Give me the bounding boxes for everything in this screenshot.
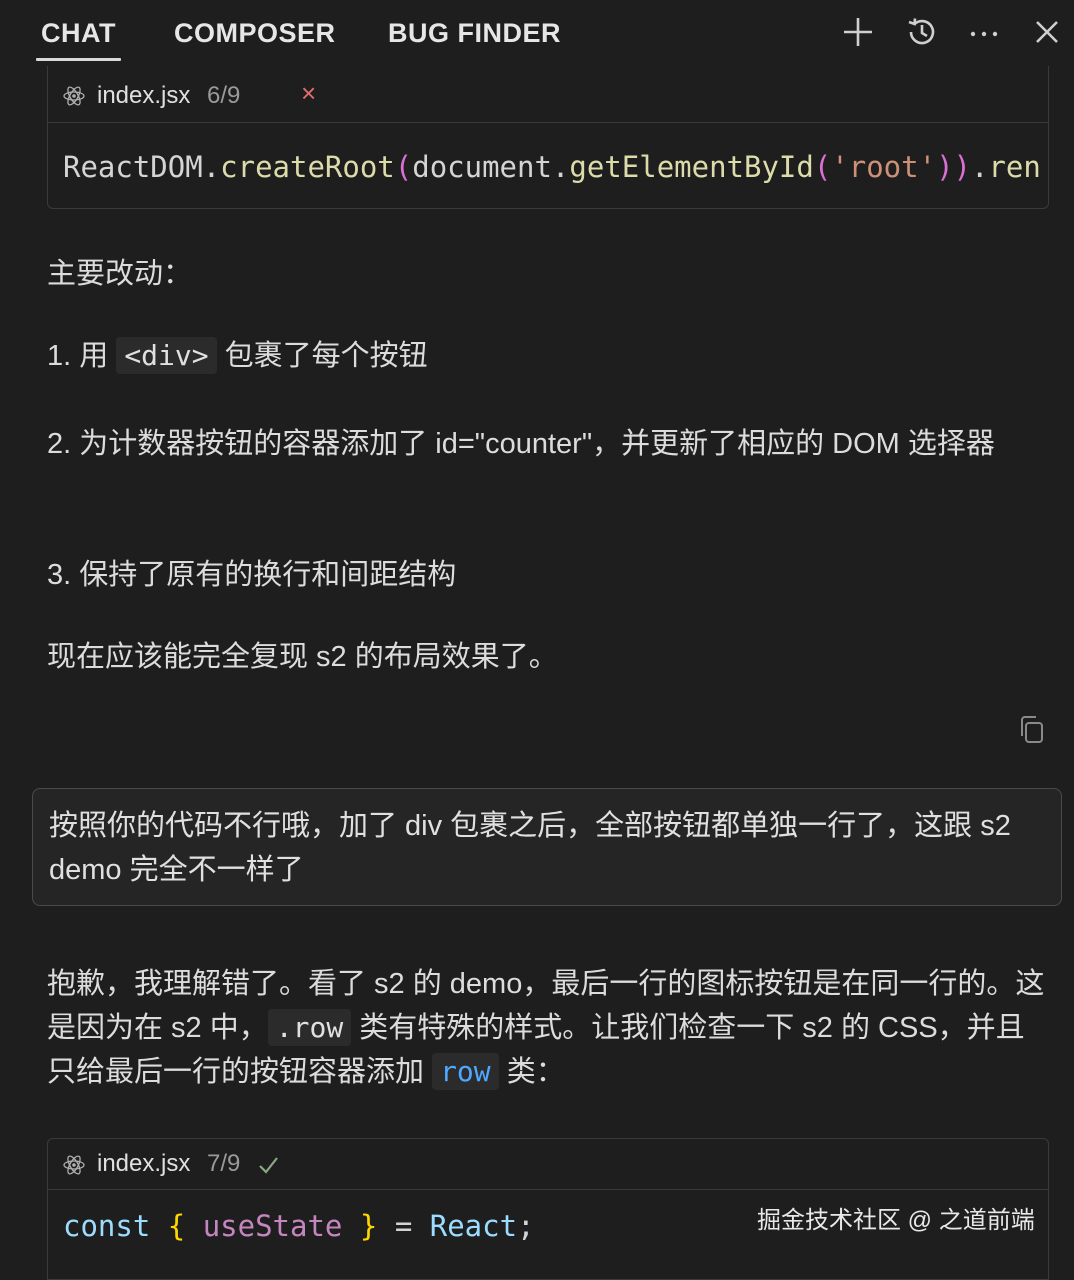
list-item-text: 包裹了每个按钮 [216, 340, 428, 372]
user-message[interactable]: 按照你的代码不行哦，加了 div 包裹之后，全部按钮都单独一行了，这跟 s2 d… [32, 788, 1062, 906]
tab-bug-finder[interactable]: BUG FINDER [388, 18, 561, 49]
code-token: createRoot [220, 150, 395, 184]
list-item: 1. 用 <div> 包裹了每个按钮 [47, 334, 1037, 378]
inline-code: row [432, 1053, 499, 1090]
code-line: const { useState } = React; [63, 1209, 535, 1243]
code-block-header: index.jsx 6/9 × [48, 66, 1048, 123]
code-token: const [63, 1209, 151, 1243]
code-token: 'root' [831, 150, 937, 184]
user-message-text: 按照你的代码不行哦，加了 div 包裹之后，全部按钮都单独一行了，这跟 s2 d… [49, 810, 1011, 886]
code-token: ) [936, 150, 954, 184]
react-icon [62, 1153, 86, 1177]
assistant-heading: 主要改动： [47, 258, 193, 290]
change-count: 7/9 [207, 1150, 241, 1177]
code-token: useState [202, 1209, 343, 1243]
inline-code: <div> [116, 337, 217, 374]
code-token: = [394, 1209, 413, 1243]
rejected-icon: × [301, 78, 317, 108]
code-token: { [167, 1209, 186, 1243]
code-token: } [359, 1209, 378, 1243]
watermark: 掘金技术社区 @ 之道前端 [757, 1207, 1035, 1234]
assistant-message: 抱歉，我理解错了。看了 s2 的 demo，最后一行的图标按钮是在同一行的。这是… [47, 962, 1047, 1094]
close-icon[interactable] [1029, 14, 1065, 50]
list-item: 2. 为计数器按钮的容器添加了 id="counter"，并更新了相应的 DOM… [47, 428, 995, 460]
code-token: . [202, 150, 221, 184]
file-name[interactable]: index.jsx [97, 82, 190, 110]
more-icon[interactable] [966, 14, 1002, 50]
list-item: 3. 保持了原有的换行和间距结构 [47, 559, 457, 591]
code-token: . [551, 150, 570, 184]
code-token: ) [953, 150, 971, 184]
code-token: ren [988, 150, 1041, 184]
code-token: React [429, 1209, 518, 1243]
inline-code: .row [267, 1009, 352, 1046]
plus-icon[interactable] [840, 14, 876, 50]
tab-chat[interactable]: CHAT [41, 18, 116, 49]
code-token: ; [517, 1209, 535, 1243]
react-icon [62, 84, 86, 108]
assistant-closing: 现在应该能完全复现 s2 的布局效果了。 [47, 641, 558, 673]
code-token: ( [813, 150, 832, 184]
code-token: document [412, 150, 552, 184]
list-item-text: 1. 用 [47, 340, 117, 372]
change-count: 6/9 [207, 82, 241, 109]
code-block: index.jsx 6/9 × ReactDOM.createRoot(docu… [47, 66, 1049, 209]
copy-icon[interactable] [1016, 714, 1048, 746]
history-icon[interactable] [904, 14, 940, 50]
code-block-header: index.jsx 7/9 [48, 1139, 1048, 1190]
code-token: ( [394, 150, 413, 184]
tab-composer[interactable]: COMPOSER [174, 18, 336, 49]
message-text: 类： [498, 1056, 565, 1088]
code-token: ReactDOM [63, 150, 203, 184]
code-token: getElementById [569, 150, 814, 184]
tab-bar: CHAT COMPOSER BUG FINDER [0, 0, 1074, 66]
code-token: . [971, 150, 989, 184]
active-tab-indicator [36, 58, 121, 61]
file-name[interactable]: index.jsx [97, 1150, 190, 1178]
check-icon [255, 1152, 281, 1178]
code-line: ReactDOM.createRoot(document.getElementB… [63, 150, 1041, 184]
